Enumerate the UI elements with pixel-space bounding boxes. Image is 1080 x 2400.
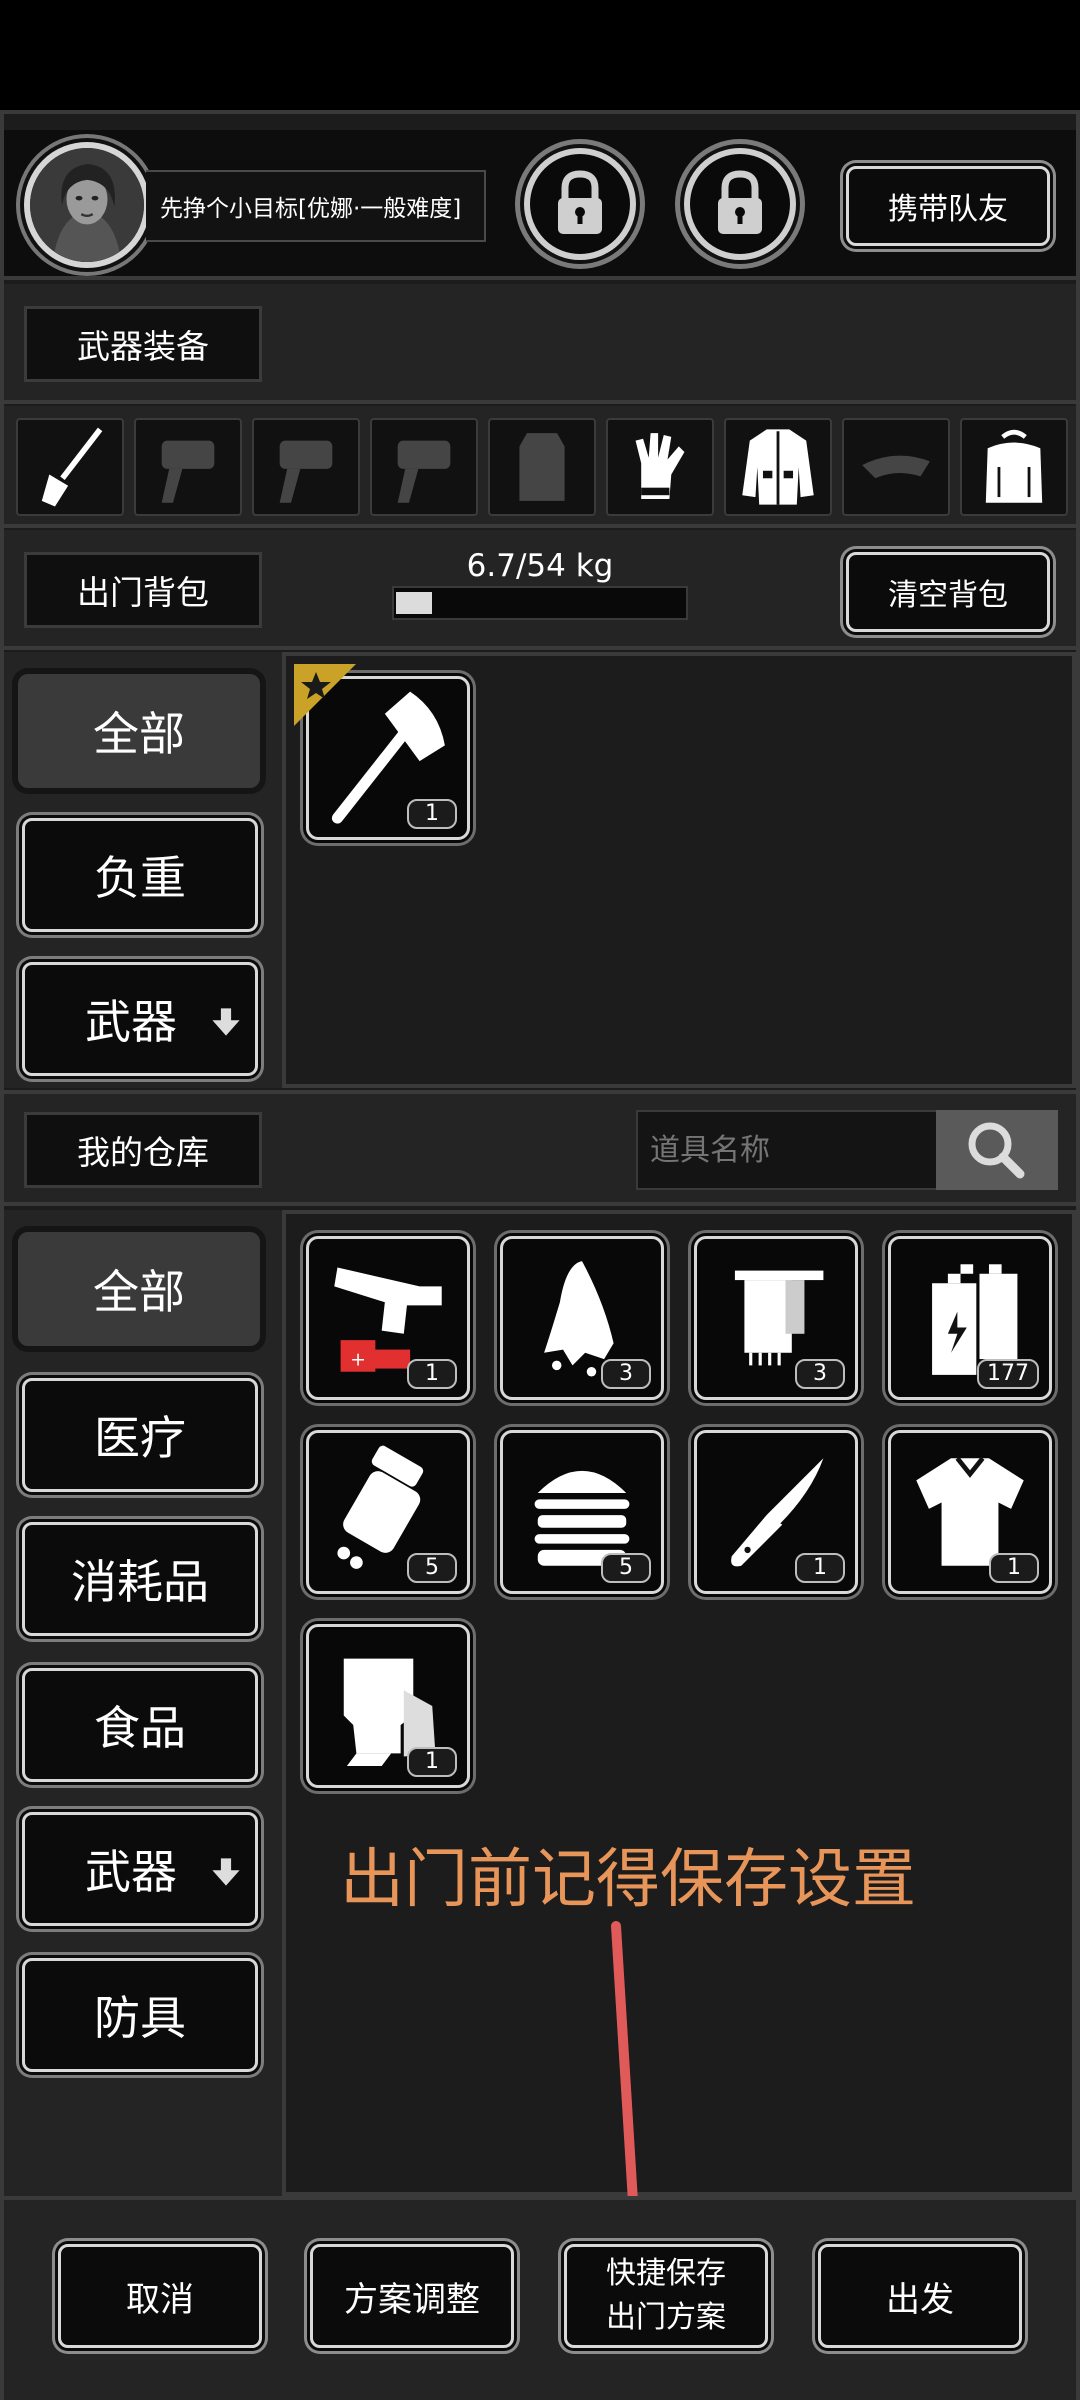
jacket-icon [742,429,814,505]
favorite-star-badge [294,664,356,726]
shovel-icon [41,427,103,507]
search-icon [968,1122,1025,1179]
storage-title: 我的仓库 [24,1112,262,1188]
storage-item-battery[interactable]: 177 [888,1236,1052,1400]
gun-icon [279,440,333,503]
weapon-slot-6[interactable] [606,418,714,516]
storage-category-food[interactable]: 食品 [22,1668,258,1782]
backpack-category-label: 负重 [94,851,186,905]
storage-item-towel[interactable]: 3 [694,1236,858,1400]
weapon-slot-5[interactable] [488,418,596,516]
cancel-label: 取消 [126,2279,194,2320]
item-quantity: 1 [795,1553,845,1583]
annotation-text: 出门前记得保存设置 [340,1843,916,1917]
item-quantity: 5 [407,1553,457,1583]
gun-icon [397,440,451,503]
weapon-slot-9[interactable] [960,418,1068,516]
storage-category-all[interactable]: 全部 [18,1232,260,1346]
depart-button[interactable]: 出发 [818,2244,1022,2348]
quick-save-plan-button[interactable]: 快捷保存 出门方案 [564,2244,768,2348]
storage-item-gloves[interactable]: 1 [306,1624,470,1788]
item-quantity: 5 [601,1553,651,1583]
teammate-slot-locked-2[interactable] [684,148,796,260]
backpack-category-load[interactable]: 负重 [22,818,258,932]
plan-adjust-label: 方案调整 [344,2279,480,2320]
storage-item-knife[interactable]: 1 [694,1430,858,1594]
weapon-slot-7[interactable] [724,418,832,516]
storage-category-label: 防具 [94,1991,186,2045]
storage-category-weapons[interactable]: 武器 [22,1812,258,1926]
storage-item-burger[interactable]: 5 [500,1430,664,1594]
item-quantity: 177 [977,1359,1039,1389]
weight-bar [392,586,688,620]
avatar [24,142,150,268]
cancel-button[interactable]: 取消 [58,2244,262,2348]
lock-icon [558,170,602,234]
search-button[interactable] [936,1110,1058,1190]
svg-text:+: + [350,1348,366,1370]
quick-save-label-2: 出门方案 [606,2300,726,2335]
weapons-title: 武器装备 [24,306,262,382]
cap-icon [862,455,930,479]
glove-icon [635,433,685,499]
storage-category-medical[interactable]: 医疗 [22,1378,258,1492]
gun-icon [161,440,215,503]
clear-backpack-button[interactable]: 清空背包 [846,552,1050,632]
arrow-down-icon [212,1858,240,1886]
weapon-slot-2[interactable] [134,418,242,516]
storage-category-label: 医疗 [94,1411,186,1465]
storage-category-label: 消耗品 [71,1555,209,1609]
backpack-icon [985,429,1043,503]
storage-item-pills[interactable]: 5 [306,1430,470,1594]
storage-item-shirt[interactable]: 1 [888,1430,1052,1594]
mission-label: 先挣个小目标[优娜·一般难度] [160,196,462,222]
bring-teammate-label: 携带队友 [888,192,1008,227]
storage-category-label: 全部 [93,1265,185,1319]
item-quantity: 1 [407,1747,457,1777]
backpack-category-all[interactable]: 全部 [18,674,260,788]
storage-title-text: 我的仓库 [77,1133,209,1172]
arrow-down-icon [212,1008,240,1036]
backpack-title-text: 出门背包 [77,573,209,612]
backpack-category-weapons[interactable]: 武器 [22,962,258,1076]
storage-item-flare-gun[interactable]: + 1 [306,1236,470,1400]
weapons-title-text: 武器装备 [77,327,209,366]
item-quantity: 1 [989,1553,1039,1583]
weapon-slot-3[interactable] [252,418,360,516]
depart-label: 出发 [886,2279,954,2320]
storage-category-armor[interactable]: 防具 [22,1958,258,2072]
item-quantity: 1 [407,1359,457,1389]
lock-icon [718,170,762,234]
weapon-slot-8[interactable] [842,418,950,516]
weapon-slot-4[interactable] [370,418,478,516]
quick-save-label-1: 快捷保存 [606,2256,726,2291]
mission-label-box: 先挣个小目标[优娜·一般难度] [146,170,486,242]
backpack-category-label: 武器 [85,995,177,1049]
shield-icon [519,433,565,501]
storage-item-cloth[interactable]: 3 [500,1236,664,1400]
storage-category-consumables[interactable]: 消耗品 [22,1522,258,1636]
item-quantity: 1 [407,799,457,829]
item-quantity: 3 [795,1359,845,1389]
teammate-slot-locked-1[interactable] [524,148,636,260]
plan-adjust-button[interactable]: 方案调整 [310,2244,514,2348]
backpack-title: 出门背包 [24,552,262,628]
clear-backpack-label: 清空背包 [888,578,1008,613]
search-input[interactable] [636,1110,938,1190]
weight-bar-fill [396,592,432,614]
weight-text: 6.7/54 kg [466,548,614,584]
storage-category-label: 食品 [94,1701,186,1755]
mission-selector[interactable]: 先挣个小目标[优娜·一般难度] [24,142,486,272]
weapon-slot-1[interactable] [16,418,124,516]
backpack-category-label: 全部 [93,707,185,761]
bring-teammate-button[interactable]: 携带队友 [846,166,1050,246]
item-quantity: 3 [601,1359,651,1389]
storage-category-label: 武器 [85,1845,177,1899]
